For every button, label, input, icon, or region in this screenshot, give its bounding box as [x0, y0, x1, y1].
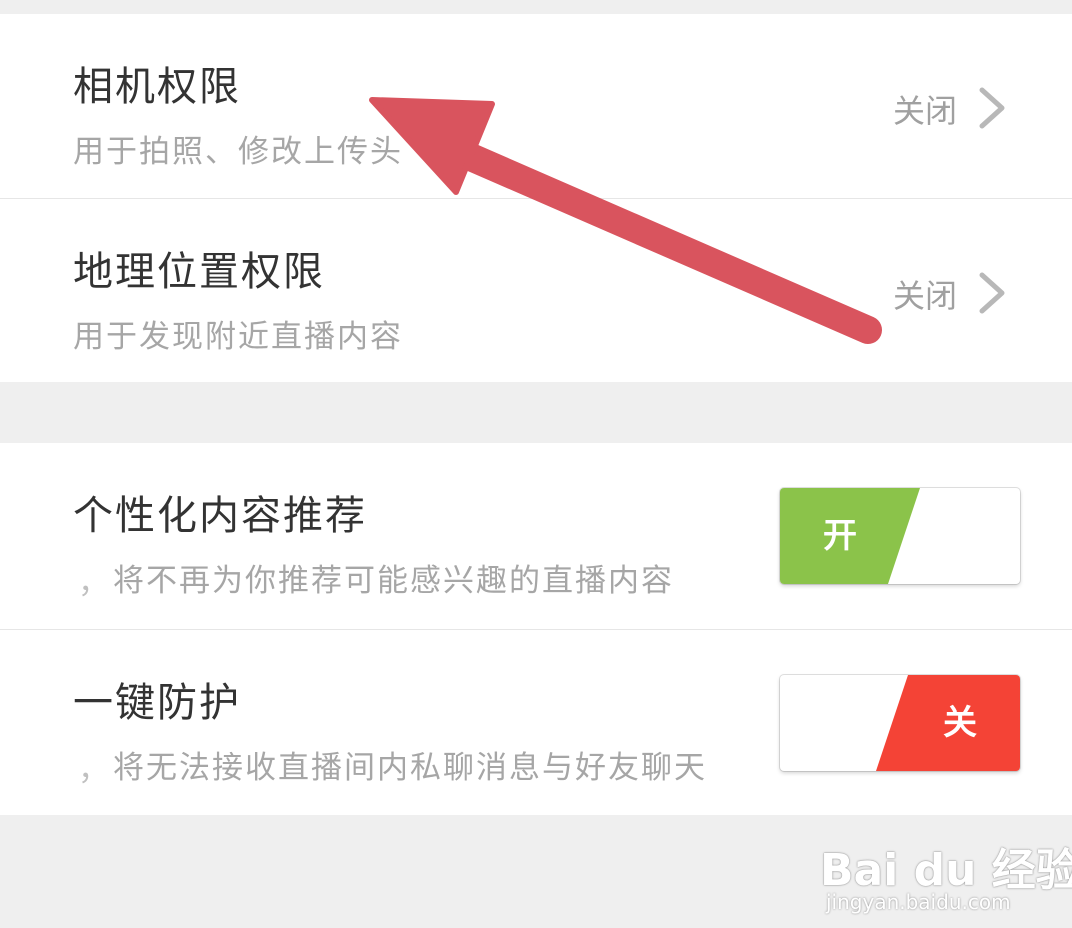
- recommend-row: 个性化内容推荐 ， 将不再为你推荐可能感兴趣的直播内容 开: [0, 443, 1072, 629]
- chevron-right-icon: [979, 272, 1005, 314]
- camera-permission-row[interactable]: 相机权限 用于拍照、修改上传头 关闭: [0, 14, 1072, 198]
- recommend-subtitle: 将不再为你推荐可能感兴趣的直播内容: [113, 563, 674, 599]
- toggle-on-label: 开: [823, 516, 857, 556]
- camera-permission-status: 关闭: [892, 92, 957, 130]
- protect-subtitle-prefix: ，: [78, 752, 109, 788]
- baidu-watermark: Bai du 经验 jingyan.baidu.com: [820, 812, 1072, 922]
- recommend-title: 个性化内容推荐: [73, 493, 367, 539]
- recommend-toggle[interactable]: 开: [780, 488, 1020, 584]
- location-permission-row[interactable]: 地理位置权限 用于发现附近直播内容 关闭: [0, 199, 1072, 382]
- protect-title: 一键防护: [73, 680, 241, 726]
- camera-permission-title: 相机权限: [73, 64, 241, 110]
- privacy-group: 个性化内容推荐 ， 将不再为你推荐可能感兴趣的直播内容 开 一键防护 ， 将无法…: [0, 443, 1072, 815]
- permissions-group: 相机权限 用于拍照、修改上传头 关闭 地理位置权限 用于发现附近直播内容 关闭: [0, 14, 1072, 382]
- protect-toggle[interactable]: 关: [780, 675, 1020, 771]
- location-permission-title: 地理位置权限: [73, 249, 325, 295]
- watermark-url: jingyan.baidu.com: [826, 890, 1011, 914]
- toggle-off-label: 关: [943, 703, 977, 743]
- camera-permission-subtitle: 用于拍照、修改上传头: [73, 134, 403, 170]
- protect-row: 一键防护 ， 将无法接收直播间内私聊消息与好友聊天 关: [0, 630, 1072, 815]
- chevron-right-icon: [979, 87, 1005, 129]
- recommend-subtitle-prefix: ，: [78, 565, 109, 601]
- protect-subtitle: 将无法接收直播间内私聊消息与好友聊天: [113, 750, 707, 786]
- location-permission-subtitle: 用于发现附近直播内容: [73, 319, 403, 355]
- watermark-logo: Bai du 经验: [820, 845, 1072, 896]
- location-permission-status: 关闭: [892, 277, 957, 315]
